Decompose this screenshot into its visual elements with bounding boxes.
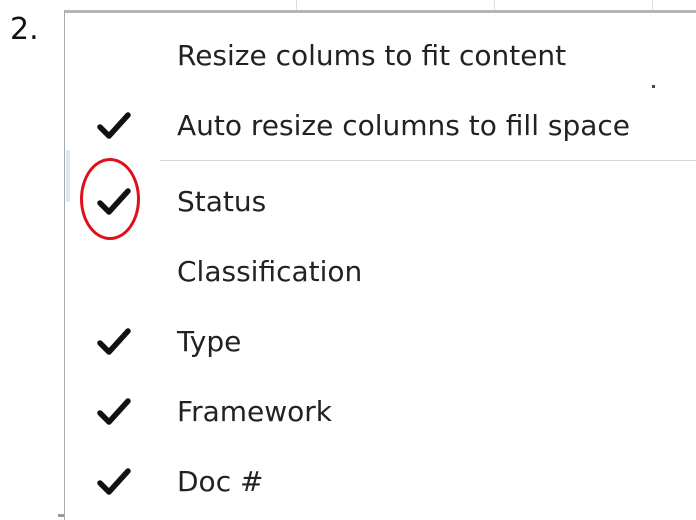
menu-item-label: Doc #	[177, 465, 264, 498]
row-highlight-edge	[66, 150, 70, 202]
menu-item-label: Classification	[177, 255, 363, 288]
step-number: 2.	[10, 12, 39, 47]
menu-item-doc-number[interactable]: Doc #	[65, 453, 696, 513]
menu-item-label: Type	[177, 325, 242, 358]
menu-item-label: Status	[177, 185, 267, 218]
column-divider	[296, 0, 297, 10]
column-divider	[652, 0, 653, 10]
menu-item-framework[interactable]: Framework	[65, 383, 696, 443]
menu-item-type[interactable]: Type	[65, 313, 696, 373]
menu-item-classification[interactable]: Classification	[65, 243, 696, 303]
checkmark-icon	[97, 328, 131, 355]
menu-separator	[160, 160, 696, 161]
menu-item-label: Auto resize columns to fill space	[177, 109, 631, 142]
screenshot-page: 2. Resize colums to fit content Auto res…	[0, 0, 696, 520]
checkmark-icon	[97, 468, 131, 495]
column-divider	[494, 0, 495, 10]
menu-item-resize-columns-to-fit[interactable]: Resize colums to fit content	[65, 27, 696, 87]
menu-item-label: Framework	[177, 395, 332, 428]
checkmark-icon	[97, 188, 131, 215]
checkmark-icon	[97, 398, 131, 425]
bottom-edge-mark	[58, 514, 64, 517]
menu-item-auto-resize-columns[interactable]: Auto resize columns to fill space	[65, 97, 696, 157]
menu-item-status[interactable]: Status	[65, 173, 696, 233]
column-context-menu: Resize colums to fit content Auto resize…	[64, 10, 696, 520]
checkmark-icon	[97, 112, 131, 139]
menu-item-label: Resize colums to fit content	[177, 39, 567, 72]
stray-mark	[652, 85, 655, 88]
